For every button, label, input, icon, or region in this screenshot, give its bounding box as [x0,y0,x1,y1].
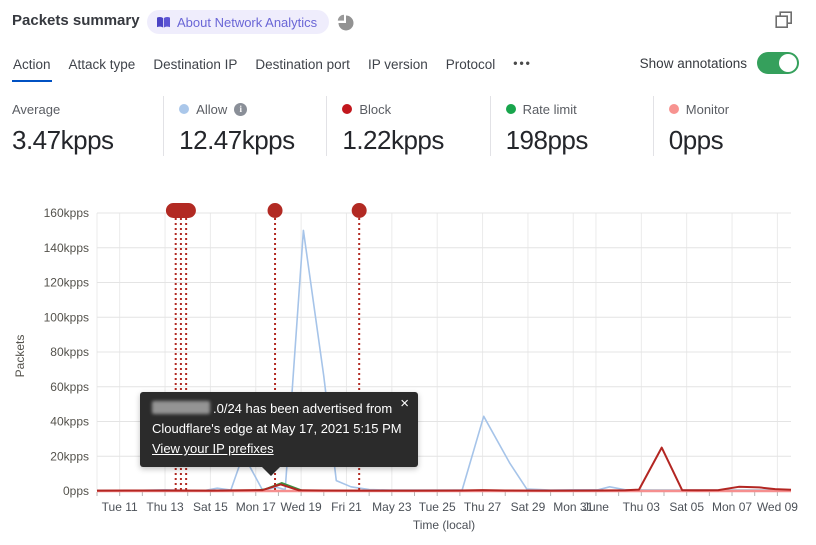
annotation-tooltip: × .0/24 has been advertised from Cloudfl… [140,392,418,476]
annotation-marker[interactable] [351,203,367,218]
y-axis-tick-label: 80kpps [50,345,89,359]
stat-label-row: Rate limit [505,100,653,118]
stat-average: Average 3.47kpps [0,96,163,156]
stat-value: 1.22kpps [342,125,444,155]
info-icon[interactable]: i [234,102,248,116]
tab-action[interactable]: Action [12,53,52,82]
stat-value: 0pps [668,125,724,155]
x-axis-tick-label: Sat 05 [669,500,704,514]
stat-value: 12.47kpps [179,125,295,155]
tab-destination-port[interactable]: Destination port [254,53,351,82]
close-icon[interactable]: × [400,396,409,411]
x-axis-tick-label: Tue 25 [419,500,456,514]
stat-label-row: Block [342,100,489,118]
book-icon [157,16,170,28]
y-axis-tick-label: 0pps [63,484,89,498]
x-axis-tick-label: Thu 13 [146,500,184,514]
stats-row: Average 3.47kpps Allow i 12.47kpps Block 1.22k… [0,96,816,156]
tab-destination-ip[interactable]: Destination IP [152,53,238,82]
y-axis-tick-label: 160kpps [44,206,89,220]
tab-ip-version[interactable]: IP version [367,53,429,82]
tabs-overflow-ellipsis-icon[interactable]: ••• [512,52,533,82]
y-axis-tick-label: 20kpps [50,449,89,463]
dimension-tabs: Action Attack type Destination IP Destinati… [12,52,533,82]
annotation-cluster-marker[interactable] [165,203,196,218]
tab-attack-type[interactable]: Attack type [68,53,137,82]
tab-protocol[interactable]: Protocol [445,53,497,82]
x-axis-tick-label: Fri 21 [331,500,362,514]
y-axis-tick-label: 60kpps [50,380,89,394]
toggle-label: Show annotations [639,55,747,71]
stat-value: 198pps [505,125,589,155]
tooltip-link-row: View your IP prefixes [152,439,406,459]
stat-value: 3.47kpps [12,125,114,155]
y-axis-tick-label: 140kpps [44,241,89,255]
show-annotations-toggle[interactable] [757,52,799,74]
page-title: Packets summary [12,12,140,29]
toggle-knob [779,54,797,72]
legend-dot-icon [342,104,353,114]
y-axis-tick-label: 40kpps [50,415,89,429]
x-axis-tick-label: Mon 07 [712,500,752,514]
stat-label-row: Allow i [179,100,326,118]
x-axis-tick-label: June [583,500,609,514]
redacted-ip-prefix [152,401,210,414]
tooltip-line-2: Cloudflare's edge at May 17, 2021 5:15 P… [152,421,402,436]
stat-allow: Allow i 12.47kpps [163,96,326,156]
x-axis-tick-label: Mon 17 [236,500,276,514]
x-axis-tick-label: Sat 15 [193,500,228,514]
stat-block: Block 1.22kpps [326,96,489,156]
overlap-windows-icon[interactable] [775,11,793,29]
stat-label: Allow [196,101,228,117]
x-axis-tick-label: Wed 19 [281,500,322,514]
x-axis-title: Time (local) [413,518,475,532]
y-axis-tick-label: 100kpps [44,310,89,324]
view-ip-prefixes-link[interactable]: View your IP prefixes [152,441,274,456]
stat-label-row: Average [12,100,163,118]
legend-dot-icon [668,104,679,114]
about-network-analytics-badge[interactable]: About Network Analytics [147,10,330,34]
badge-label: About Network Analytics [177,14,318,30]
legend-dot-icon [505,104,516,114]
network-analytics-panel: Packets summary About Network Analytics … [0,0,816,545]
stat-label: Rate limit [522,101,577,117]
pie-chart-icon [337,14,354,31]
x-axis-tick-label: Wed 09 [757,500,798,514]
stat-label: Block [359,101,392,117]
stat-label: Average [12,101,61,117]
annotation-marker[interactable] [267,203,283,218]
tooltip-line-1: .0/24 has been advertised from [152,399,406,419]
packets-line-chart: 0pps 20kpps 40kpps 60kpps 80kpps 100kpps 120kp… [13,203,798,532]
stat-label: Monitor [685,101,730,117]
x-axis-tick-label: Sat 29 [511,500,546,514]
stat-label-row: Monitor [668,100,816,118]
x-axis-tick-label: May 23 [372,500,412,514]
legend-dot-icon [179,104,190,114]
annotations-toggle-group: Show annotations [640,52,799,74]
y-axis-title: Packets [13,335,27,378]
x-axis-tick-label: Thu 27 [464,500,502,514]
tooltip-caret [262,467,280,476]
stat-rate-limit: Rate limit 198pps [489,96,653,156]
y-axis-tick-label: 120kpps [44,276,89,290]
stat-monitor: Monitor 0pps [652,96,816,156]
x-axis-tick-label: Thu 03 [623,500,661,514]
x-axis-tick-label: Tue 11 [102,500,138,514]
